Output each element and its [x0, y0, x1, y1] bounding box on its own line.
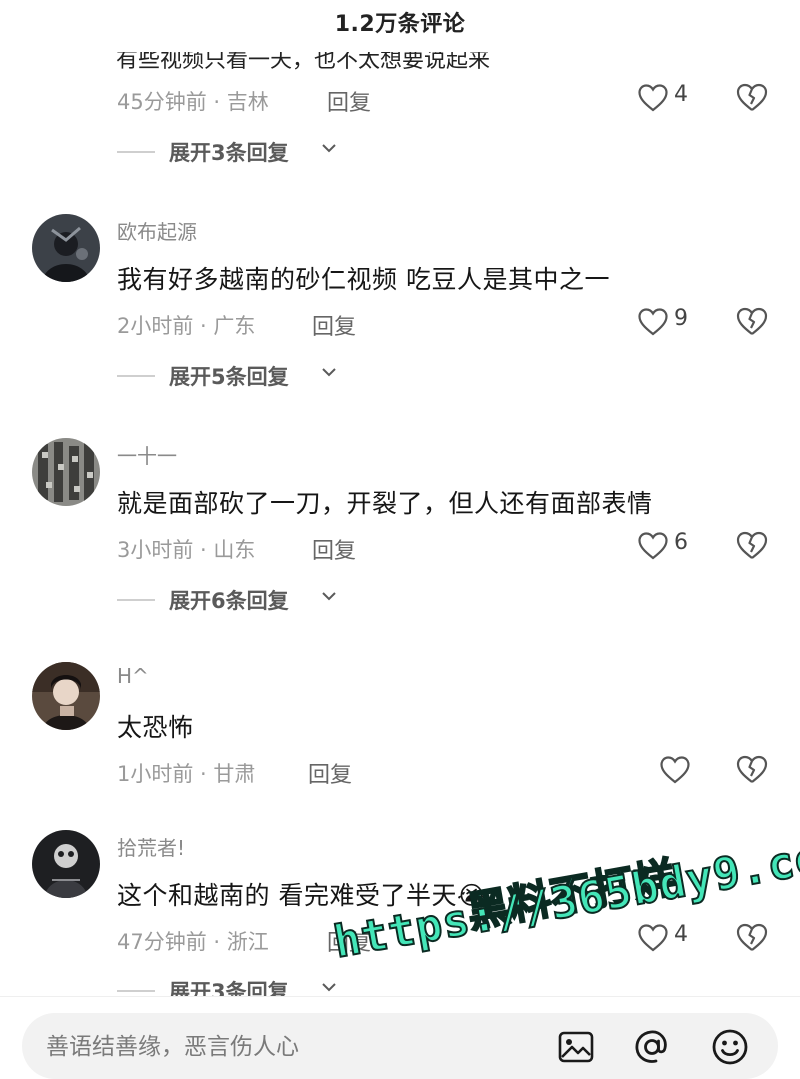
comment-meta: 2小时前 · 广东	[117, 314, 256, 338]
image-button[interactable]	[556, 1027, 596, 1067]
comment-input-bar	[0, 996, 800, 1079]
emoji-button[interactable]	[710, 1027, 750, 1067]
chevron-down-icon	[322, 368, 336, 377]
comment-meta: 1小时前 · 甘肃	[117, 762, 256, 786]
username[interactable]: H^	[117, 664, 149, 688]
dislike-button[interactable]	[736, 923, 768, 953]
comment-text: 这个和越南的 看完难受了半天😭	[117, 881, 487, 910]
heart-icon	[638, 84, 668, 112]
like-button[interactable]: 6	[638, 530, 708, 564]
expand-replies-label: 展开5条回复	[169, 365, 289, 389]
like-count: 4	[674, 82, 688, 107]
like-button[interactable]: 4	[638, 82, 708, 116]
avatar[interactable]	[32, 438, 100, 506]
broken-heart-icon	[736, 923, 768, 951]
dislike-button[interactable]	[736, 755, 768, 785]
chevron-down-icon	[322, 144, 336, 153]
like-button[interactable]: 9	[638, 306, 708, 340]
expand-replies-button[interactable]: 展开5条回复	[117, 361, 357, 391]
divider	[117, 375, 155, 377]
avatar[interactable]	[32, 830, 100, 898]
comment-text: 就是面部砍了一刀，开裂了，但人还有面部表情	[117, 489, 653, 518]
heart-icon	[660, 756, 690, 784]
reply-button[interactable]: 回复	[308, 757, 352, 789]
like-count: 4	[674, 922, 688, 947]
broken-heart-icon	[736, 307, 768, 335]
like-count: 6	[674, 530, 688, 555]
divider	[117, 151, 155, 153]
heart-icon	[638, 308, 668, 336]
partial-comment-text: 有些视频只看一天，也不太想要说起来	[116, 48, 491, 73]
expand-replies-label: 展开3条回复	[169, 141, 289, 165]
comment-meta: 47分钟前 · 浙江	[117, 930, 269, 954]
expand-replies-label: 展开6条回复	[169, 589, 289, 613]
username[interactable]: 一十一	[117, 440, 177, 469]
avatar[interactable]	[32, 662, 100, 730]
broken-heart-icon	[736, 755, 768, 783]
comment-count-title: 1.2万条评论	[334, 12, 466, 37]
like-button[interactable]: 4	[638, 922, 708, 956]
emoji-icon	[712, 1029, 748, 1065]
mention-button[interactable]	[632, 1027, 672, 1067]
avatar[interactable]	[32, 214, 100, 282]
reply-button[interactable]: 回复	[327, 85, 371, 117]
image-icon	[558, 1031, 594, 1063]
comment-text: 我有好多越南的砂仁视频 吃豆人是其中之一	[117, 265, 610, 294]
comment-input-container[interactable]	[22, 1013, 778, 1079]
divider	[117, 990, 155, 992]
chevron-down-icon	[322, 592, 336, 601]
comment-meta: 45分钟前 · 吉林	[117, 90, 269, 114]
reply-button[interactable]: 回复	[312, 309, 356, 341]
reply-button[interactable]: 回复	[312, 533, 356, 565]
divider	[117, 599, 155, 601]
broken-heart-icon	[736, 531, 768, 559]
dislike-button[interactable]	[736, 307, 768, 337]
like-count: 9	[674, 306, 688, 331]
comment-input[interactable]	[46, 1029, 526, 1065]
username[interactable]: 欧布起源	[117, 216, 197, 245]
heart-icon	[638, 924, 668, 952]
dislike-button[interactable]	[736, 83, 768, 113]
expand-replies-button[interactable]: 展开6条回复	[117, 585, 357, 615]
comments-header: 1.2万条评论	[0, 0, 800, 44]
dislike-button[interactable]	[736, 531, 768, 561]
at-icon	[635, 1030, 667, 1063]
expand-replies-button[interactable]: 展开3条回复	[117, 137, 357, 167]
chevron-down-icon	[322, 983, 336, 992]
heart-icon	[638, 532, 668, 560]
broken-heart-icon	[736, 83, 768, 111]
username[interactable]: 拾荒者!	[117, 832, 185, 861]
reply-button[interactable]: 回复	[327, 925, 371, 957]
comment-text: 太恐怖	[117, 713, 194, 742]
comment-meta: 3小时前 · 山东	[117, 538, 256, 562]
like-button[interactable]	[660, 754, 730, 788]
